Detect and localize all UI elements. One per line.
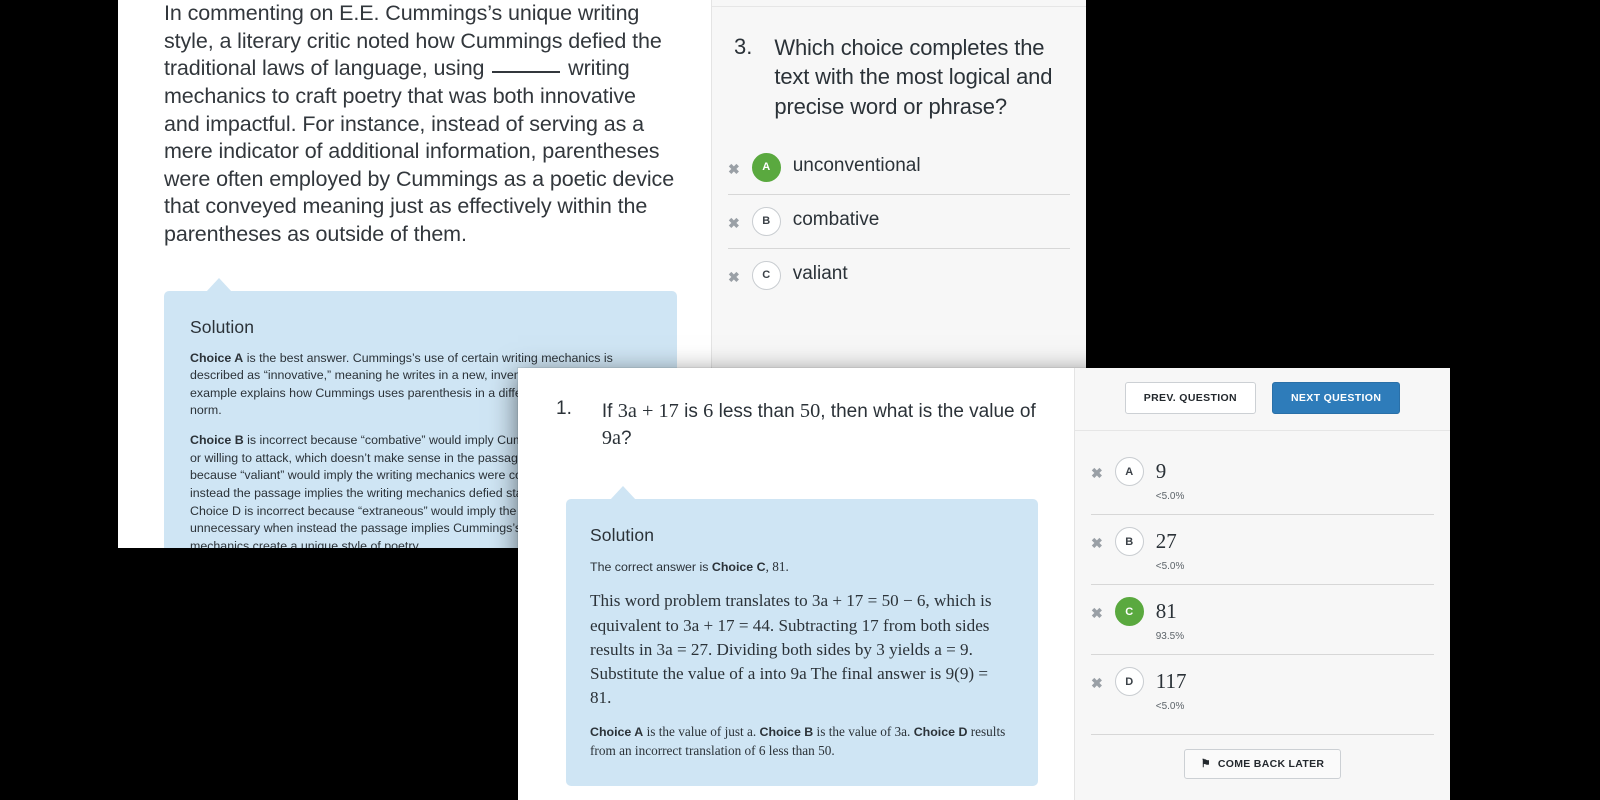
math-q-part-4: , then what is the value of [820,401,1036,422]
strikethrough-icon[interactable]: ✖ [728,261,740,284]
verbal-solution-choice-a-label: Choice A [190,350,244,365]
math-choice-body-c: 81 93.5% [1156,597,1184,642]
math-distractor-a-text: is the value of just a. [643,723,760,739]
math-choice-body-a: 9 <5.0% [1156,457,1185,502]
math-q-part-5: ? [621,427,632,449]
verbal-choice-label-b: combative [792,208,880,230]
verbal-choice-row-c[interactable]: ✖ C valiant [728,249,1070,302]
math-choice-row-c[interactable]: ✖ C 81 93.5% [1091,585,1434,655]
math-choice-list: ✖ A 9 <5.0% ✖ B 27 <5.0% ✖ C 81 93.5% ✖ … [1075,431,1450,724]
verbal-choice-body-c: valiant [793,261,848,286]
math-choice-row-a[interactable]: ✖ A 9 <5.0% [1091,445,1434,515]
math-choice-badge-c[interactable]: C [1114,597,1144,626]
verbal-question-text: Which choice completes the text with the… [774,35,1053,119]
math-expression-4: 9a [601,426,622,449]
passage-text: In commenting on E.E. Cummings’s unique … [164,0,677,249]
verbal-choice-label-c: valiant [792,262,848,284]
math-q-part-3: less than [713,401,800,422]
math-choice-body-d: 117 <5.0% [1156,667,1187,712]
math-expression-1: 3a + 17 [617,400,679,422]
math-expression-3: 50 [799,400,821,422]
math-question-window: 1. If 3a + 17 is 6 less than 50, then wh… [518,368,1450,800]
math-q-part-1: If [601,401,618,422]
verbal-nav-bar: PREV. QUESTION NEXT QUESTION [712,0,1086,7]
strikethrough-icon[interactable]: ✖ [1091,597,1103,620]
verbal-choice-list: ✖ A unconventional ✖ B combative ✖ C val… [712,127,1086,302]
math-choice-badge-d[interactable]: D [1114,667,1144,696]
verbal-choice-badge-c[interactable]: C [751,260,781,290]
math-nav-bar: PREV. QUESTION NEXT QUESTION [1075,368,1450,431]
verbal-choice-badge-a[interactable]: A [751,152,781,182]
math-distractor-b-text: is the value of 3a. [813,723,914,739]
come-back-later-button[interactable]: ⚑ COME BACK LATER [1183,749,1342,779]
math-choice-row-d[interactable]: ✖ D 117 <5.0% [1091,655,1434,724]
verbal-choice-body-b: combative [793,207,880,232]
math-solution-answer-post: , 81. [765,559,789,575]
math-q-part-2: is [678,401,704,422]
math-expression-2: 6 [703,400,714,422]
strikethrough-icon[interactable]: ✖ [728,207,740,230]
math-choice-percent-a: <5.0% [1155,491,1185,502]
math-question-number: 1. [556,398,572,419]
verbal-choice-body-a: unconventional [793,153,921,178]
passage-after-blank: writing mechanics to craft poetry that w… [164,56,675,246]
math-choice-value-c: 81 [1155,599,1177,623]
verbal-choice-row-b[interactable]: ✖ B combative [728,195,1070,249]
math-choice-value-d: 117 [1155,669,1187,693]
math-solution-answer-line: The correct answer is Choice C, 81. [590,558,1012,577]
strikethrough-icon[interactable]: ✖ [728,153,740,176]
math-choice-value-b: 27 [1155,529,1177,553]
math-choice-badge-a[interactable]: A [1114,457,1144,486]
math-question-pane: 1. If 3a + 17 is 6 less than 50, then wh… [518,368,1075,800]
math-distractor-d-label: Choice D [913,724,968,739]
math-solution-answer-pre: The correct answer is [590,560,712,575]
verbal-solution-choice-b-label: Choice B [190,433,244,448]
math-choices-pane: PREV. QUESTION NEXT QUESTION ✖ A 9 <5.0%… [1075,368,1450,800]
verbal-question-number: 3. [734,34,753,59]
math-solution-explanation: This word problem translates to 3a + 17 … [590,591,992,708]
math-choice-percent-b: <5.0% [1155,561,1185,572]
verbal-choice-badge-b[interactable]: B [751,206,781,236]
math-solution-title: Solution [590,525,655,546]
verbal-choice-row-a[interactable]: ✖ A unconventional [728,141,1070,195]
come-back-later-bar: ⚑ COME BACK LATER [1091,734,1434,779]
math-choice-percent-d: <5.0% [1155,701,1185,712]
come-back-later-label: COME BACK LATER [1217,758,1325,770]
verbal-question-header: 3. Which choice completes the text with … [712,7,1086,127]
math-solution-correct-choice: Choice C [711,560,766,575]
math-choice-percent-c: 93.5% [1155,631,1185,642]
math-solution-distractors: Choice A is the value of just a. Choice … [590,723,1012,761]
math-choice-row-b[interactable]: ✖ B 27 <5.0% [1091,515,1434,585]
flag-icon: ⚑ [1200,757,1211,770]
screen-background: In commenting on E.E. Cummings’s unique … [0,0,1600,800]
strikethrough-icon[interactable]: ✖ [1091,527,1103,550]
math-distractor-a-label: Choice A [590,724,644,739]
math-question-header: 1. If 3a + 17 is 6 less than 50, then wh… [544,368,1048,451]
next-question-button[interactable]: NEXT QUESTION [1271,382,1401,414]
passage-blank [492,71,561,74]
verbal-solution-title: Solution [190,316,255,337]
math-distractor-b-label: Choice B [759,724,814,739]
math-solution-callout: Solution The correct answer is Choice C,… [566,486,1038,787]
prev-question-button[interactable]: PREV. QUESTION [1124,382,1256,414]
strikethrough-icon[interactable]: ✖ [1091,667,1103,690]
verbal-choice-label-a: unconventional [792,154,921,176]
math-choice-badge-b[interactable]: B [1114,527,1144,556]
math-choice-value-a: 9 [1155,459,1167,483]
math-choice-body-b: 27 <5.0% [1156,527,1185,572]
math-question-text: If 3a + 17 is 6 less than 50, then what … [602,398,1044,451]
strikethrough-icon[interactable]: ✖ [1091,457,1103,480]
